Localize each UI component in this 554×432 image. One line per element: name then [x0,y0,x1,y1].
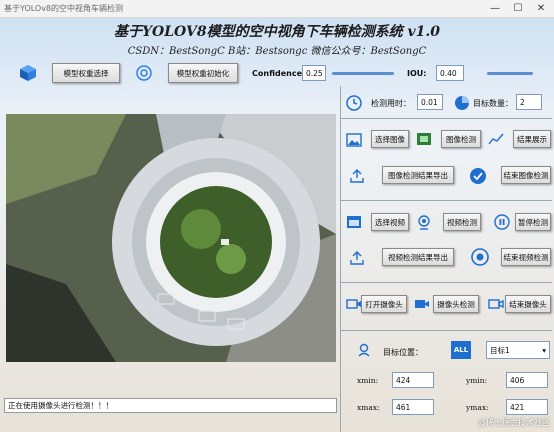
chevron-down-icon: ▾ [542,345,546,355]
page-title: 基于YOLOV8模型的空中视角下车辆检测系统 v1.0 [114,24,440,40]
iou-label: IOU: [407,69,427,78]
ymin-label: ymin: [466,376,488,385]
upload-icon-video [349,250,365,266]
check-circle-icon [468,166,488,186]
app-window: 基于YOLOv8的空中视角车辆检测 — ☐ ✕ 基于YOLOV8模型的空中视角下… [0,0,554,432]
end-image-detect-button[interactable]: 结束图像检测 [501,166,551,184]
ymax-field: 421 [506,399,548,415]
confidence-spinbox[interactable]: 0.25 [302,65,326,81]
iou-slider[interactable] [487,72,533,75]
end-video-detect-button[interactable]: 结束视频检测 [501,248,551,266]
ymax-label: ymax: [466,403,489,412]
count-value: 2 [516,94,542,110]
export-image-result-button[interactable]: 图像检测结果导出 [382,166,454,184]
confidence-label: Confidence: [252,69,306,78]
show-result-button[interactable]: 结果展示 [513,130,551,148]
camera-off-icon [487,296,505,312]
video-detect-button[interactable]: 视频检测 [443,213,481,231]
ymin-field: 406 [506,372,548,388]
target-select-value: 目标1 [490,345,510,355]
video-display [6,114,336,362]
iou-spinbox[interactable]: 0.40 [436,65,464,81]
stop-circle-icon [470,247,490,267]
xmin-field: 424 [392,372,434,388]
divider-2 [340,200,552,201]
target-select[interactable]: 目标1 ▾ [486,341,550,359]
target-icon [134,63,154,83]
xmax-field: 461 [392,399,434,415]
divider-1 [340,118,552,119]
minimize-button[interactable]: — [484,1,506,17]
confidence-slider[interactable] [332,72,394,75]
model-init-button[interactable]: 模型权重初始化 [168,63,238,83]
pause-detect-button[interactable]: 暂停检测 [515,213,551,231]
select-image-button[interactable]: 选择图像 [371,130,409,148]
window-title: 基于YOLOv8的空中视角车辆检测 [4,4,124,13]
xmax-label: xmax: [357,403,380,412]
image-detect-button[interactable]: 图像检测 [441,130,481,148]
upload-icon [349,168,365,184]
video-detect-icon [415,213,433,231]
model-select-button[interactable]: 模型权重选择 [52,63,120,83]
location-icon [356,342,372,358]
end-camera-button[interactable]: 结束摄像头 [505,295,551,313]
image-detect-icon [415,131,433,147]
xmin-label: xmin: [357,376,379,385]
target-position-label: 目标位置： [383,348,423,357]
export-video-result-button[interactable]: 视频检测结果导出 [382,248,454,266]
line-chart-icon [487,131,505,147]
maximize-button[interactable]: ☐ [507,1,529,17]
time-label: 检测用时： [371,99,411,108]
clock-icon [345,94,363,112]
title-bar: 基于YOLOv8的空中视角车辆检测 — ☐ ✕ [0,0,554,18]
status-bar: 正在使用摄像头进行检测！！！ [4,398,337,413]
pie-chart-icon [453,94,471,112]
pause-icon [493,213,511,231]
all-badge: ALL [451,341,471,359]
select-video-button[interactable]: 选择视频 [371,213,409,231]
count-label: 目标数量： [473,99,513,108]
video-file-icon [345,214,363,230]
watermark: @稀土掘金技术社区 [478,418,550,427]
panel-divider-vertical [340,86,341,432]
close-button[interactable]: ✕ [530,1,552,17]
open-camera-button[interactable]: 打开摄像头 [361,295,407,313]
divider-4 [340,330,552,331]
camera-detect-button[interactable]: 摄像头检测 [433,295,479,313]
video-camera-icon [413,296,431,312]
time-value: 0.01 [417,94,443,110]
divider-3 [340,282,552,283]
page-subtitle: CSDN：BestSongC B站：Bestsongc 微信公众号：BestSo… [127,46,427,57]
cube-icon [18,63,38,83]
image-icon [345,132,363,148]
